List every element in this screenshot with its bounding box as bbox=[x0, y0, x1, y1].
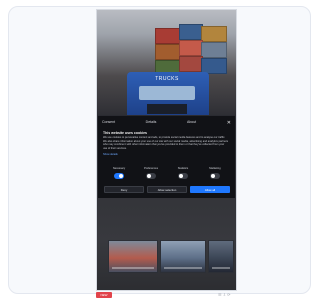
tab-details[interactable]: Details bbox=[146, 120, 157, 128]
truck-windshield bbox=[139, 86, 195, 100]
truck-grill bbox=[147, 104, 187, 114]
dialog-body: We use cookies to personalise content an… bbox=[103, 136, 229, 150]
show-details-link[interactable]: Show details bbox=[103, 153, 118, 156]
container-stack bbox=[179, 40, 203, 56]
dialog-tabs: Consent Details About ✕ bbox=[102, 120, 231, 128]
toggle-marketing[interactable]: Marketing bbox=[204, 167, 226, 181]
toggle-label: Statistics bbox=[177, 167, 189, 170]
thumbnail-caption-bar bbox=[212, 267, 230, 269]
toggle-label: Marketing bbox=[209, 167, 221, 170]
thumbnail-caption-bar bbox=[112, 267, 154, 269]
container-stack bbox=[155, 28, 181, 44]
deny-button[interactable]: Deny bbox=[104, 186, 144, 193]
status-badge: NEW bbox=[96, 292, 112, 298]
bottom-icons[interactable]: ☰ ⇩ ⟳ bbox=[218, 292, 231, 297]
switch-knob bbox=[211, 174, 215, 178]
dialog-title: This website uses cookies bbox=[103, 131, 147, 135]
tab-consent[interactable]: Consent bbox=[102, 120, 115, 128]
container-stack bbox=[155, 44, 181, 60]
switch-statistics[interactable] bbox=[178, 173, 188, 179]
switch-marketing[interactable] bbox=[210, 173, 220, 179]
thumbnail-strip bbox=[108, 240, 234, 273]
container-stack bbox=[179, 56, 203, 72]
switch-necessary[interactable] bbox=[114, 173, 124, 179]
allow-selection-button[interactable]: Allow selection bbox=[147, 186, 187, 193]
allow-all-button[interactable]: Allow all bbox=[190, 186, 230, 193]
switch-knob bbox=[179, 174, 183, 178]
toggle-statistics[interactable]: Statistics bbox=[172, 167, 194, 181]
toggle-label: Preferences bbox=[144, 167, 158, 170]
toggle-preferences[interactable]: Preferences bbox=[140, 167, 162, 181]
thumbnail[interactable] bbox=[108, 240, 158, 273]
switch-preferences[interactable] bbox=[146, 173, 156, 179]
consent-buttons: Deny Allow selection Allow all bbox=[104, 186, 230, 193]
container-stack bbox=[201, 42, 227, 58]
tab-about[interactable]: About bbox=[187, 120, 196, 128]
hero-image: TRUCKS bbox=[97, 10, 236, 120]
truck-image: TRUCKS bbox=[127, 72, 209, 118]
toggle-necessary[interactable]: Necessary bbox=[108, 167, 130, 181]
close-icon[interactable]: ✕ bbox=[227, 120, 231, 128]
truck-brand: TRUCKS bbox=[155, 76, 179, 82]
switch-knob bbox=[147, 174, 151, 178]
thumbnail[interactable] bbox=[208, 240, 234, 273]
thumbnail[interactable] bbox=[160, 240, 206, 273]
consent-toggles: Necessary Preferences Statistics Marketi… bbox=[108, 167, 226, 181]
container-stack bbox=[179, 24, 203, 40]
toggle-label: Necessary bbox=[112, 167, 126, 170]
switch-knob bbox=[119, 174, 123, 178]
container-stack bbox=[201, 26, 227, 42]
thumbnail-caption-bar bbox=[164, 267, 202, 269]
